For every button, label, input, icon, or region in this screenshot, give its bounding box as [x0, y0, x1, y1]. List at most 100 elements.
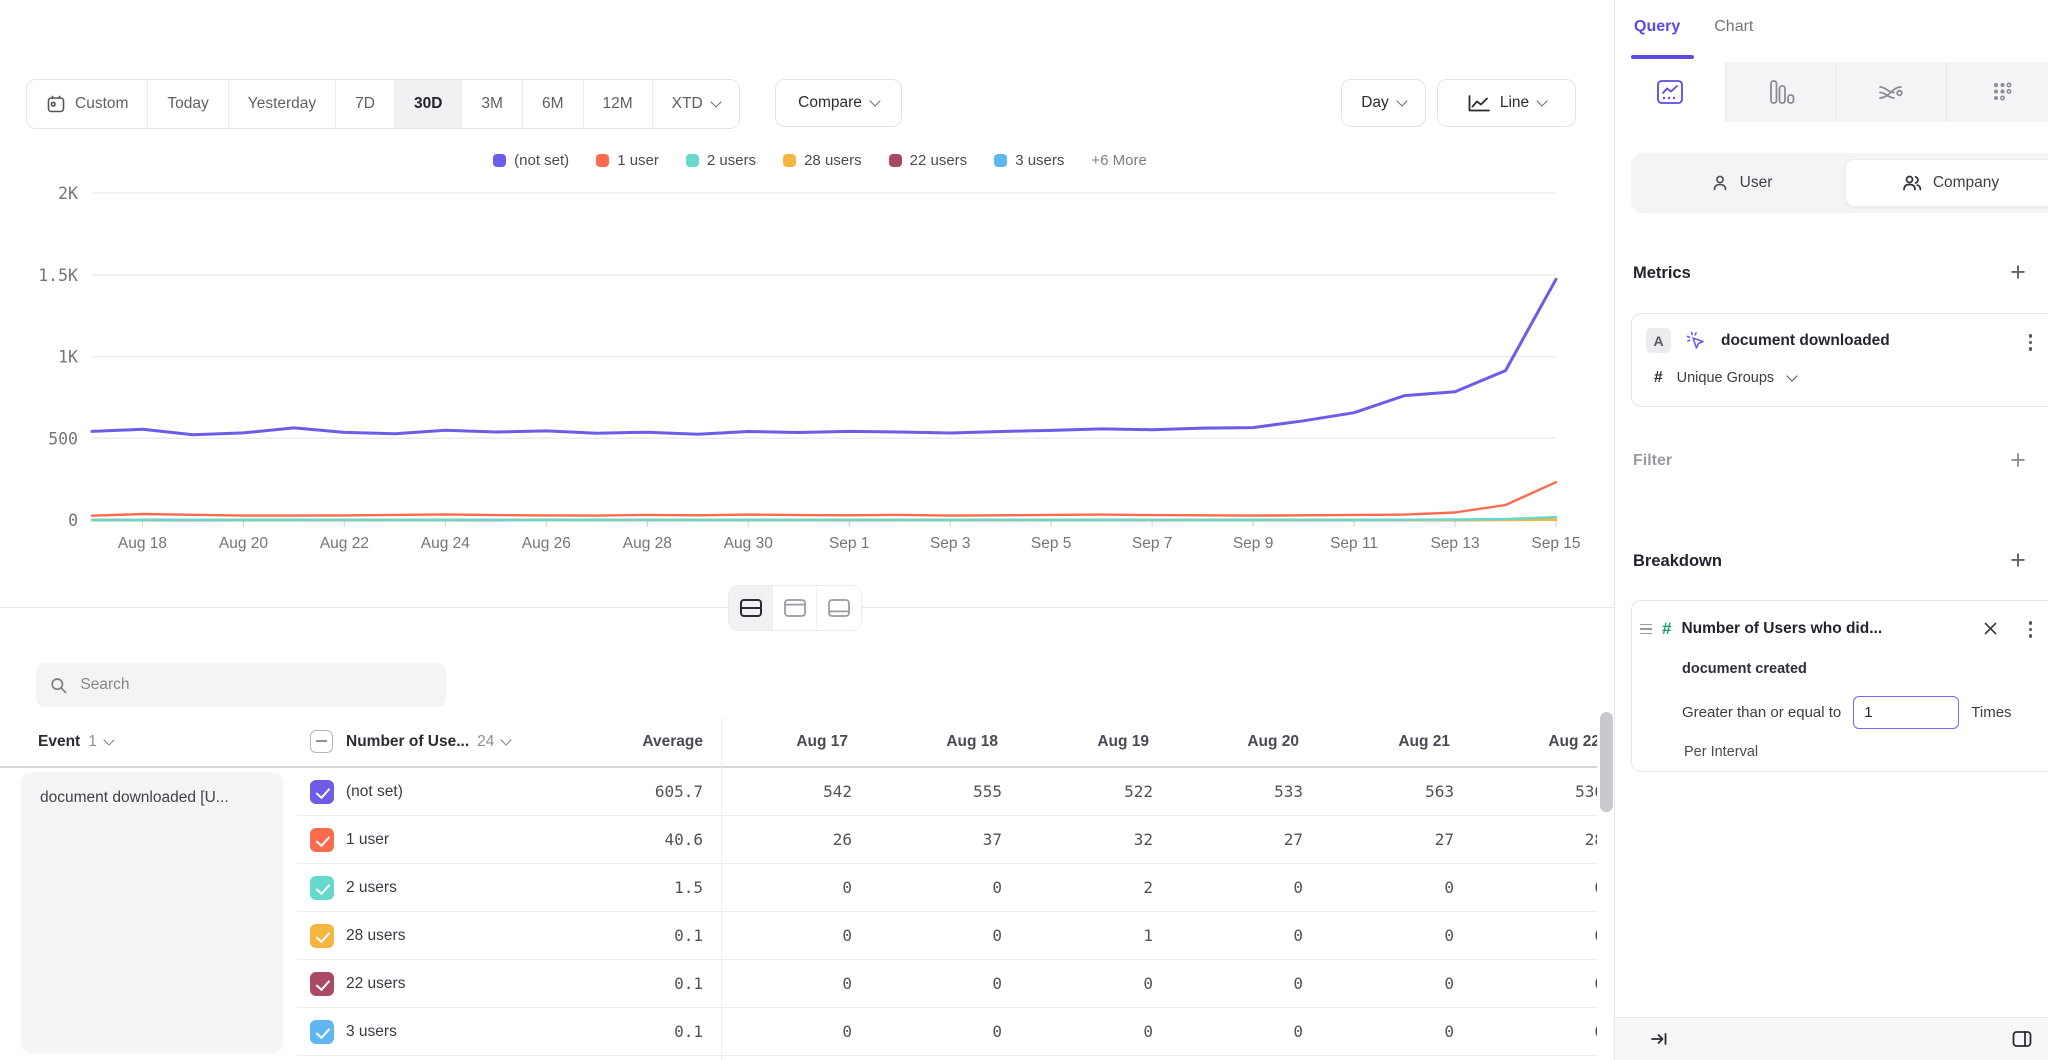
collapse-panel-icon[interactable] — [1649, 1030, 1669, 1048]
svg-text:Sep 7: Sep 7 — [1132, 535, 1173, 552]
tab-query[interactable]: Query — [1634, 18, 1680, 36]
line-chart: 05001K1.5K2KAug 18Aug 20Aug 22Aug 24Aug … — [0, 140, 1614, 570]
date-range-yesterday-button[interactable]: Yesterday — [229, 80, 336, 128]
date-range-xtd-button[interactable]: XTD — [653, 80, 739, 128]
metric-aggregation-dropdown[interactable]: Unique Groups — [1677, 370, 1775, 386]
bar-chart-icon — [1766, 78, 1796, 106]
breakdown-title: Number of Users who did... — [1681, 620, 1882, 638]
chevron-down-icon — [501, 734, 512, 745]
close-icon[interactable] — [1983, 621, 1998, 636]
breakdown-card[interactable]: # Number of Users who did... document cr… — [1631, 600, 2048, 772]
date-range-3m-button[interactable]: 3M — [462, 80, 523, 128]
date-range-30d-button[interactable]: 30D — [395, 80, 462, 128]
series-checkbox[interactable] — [310, 828, 334, 852]
svg-text:Aug 26: Aug 26 — [522, 535, 571, 552]
metric-event-name[interactable]: document downloaded — [1721, 332, 1890, 350]
svg-text:Aug 18: Aug 18 — [118, 535, 167, 552]
date-column-header[interactable]: Aug 19 — [1008, 718, 1149, 766]
event-column-header[interactable]: Event 1 — [38, 718, 113, 766]
cell-value: 0 — [857, 1008, 1002, 1056]
top-strip-icon — [783, 598, 807, 618]
metric-card[interactable]: A document downloaded # Unique Groups — [1631, 313, 2048, 407]
series-label: 2 users — [346, 864, 397, 912]
layout-toggle — [728, 585, 862, 631]
compare-button[interactable]: Compare — [775, 79, 902, 127]
layout-chart-bottom-button[interactable] — [817, 586, 861, 630]
date-range-today-button[interactable]: Today — [148, 80, 228, 128]
chevron-down-icon — [1536, 95, 1547, 106]
breakdown-kebab-menu-icon[interactable] — [2027, 619, 2035, 640]
chart-type-strip — [1615, 62, 2048, 122]
panel-tabs: Query Chart — [1634, 18, 1753, 36]
date-column-header[interactable]: Aug 20 — [1158, 718, 1299, 766]
series-checkbox[interactable] — [310, 780, 334, 804]
cell-value: 0 — [857, 960, 1002, 1008]
add-metric-button[interactable]: + — [2006, 261, 2030, 283]
average-column-header[interactable]: Average — [553, 718, 703, 766]
times-input[interactable] — [1853, 696, 1959, 729]
cell-value: 37 — [857, 816, 1002, 864]
series-checkbox[interactable] — [310, 1020, 334, 1044]
split-rows-icon — [739, 598, 763, 618]
line-chart-icon — [1655, 78, 1685, 106]
date-column-header[interactable]: Aug 22 — [1459, 718, 1597, 766]
table-row: 22 users 0.1 0 0 0 0 0 0 — [0, 960, 1597, 1008]
add-filter-button[interactable]: + — [2006, 449, 2030, 471]
cell-value: 0 — [1459, 1008, 1597, 1056]
table-row: (not set) 605.7 542 555 522 533 563 536 — [0, 768, 1597, 816]
series-checkbox[interactable] — [310, 972, 334, 996]
series-checkbox[interactable] — [310, 924, 334, 948]
svg-text:2K: 2K — [58, 184, 78, 203]
date-column-header[interactable]: Aug 17 — [707, 718, 848, 766]
breakdown-interval-dropdown[interactable]: Per Interval — [1684, 744, 1758, 760]
event-cursor-icon — [1685, 330, 1707, 352]
series-column-header[interactable]: Number of Use... 24 — [346, 718, 510, 766]
table-row: 28 users 0.1 0 0 1 0 0 0 — [0, 912, 1597, 960]
date-range-custom-button[interactable]: Custom — [27, 80, 148, 128]
cell-value: 0 — [857, 864, 1002, 912]
series-checkbox[interactable] — [310, 876, 334, 900]
layout-chart-top-button[interactable] — [773, 586, 817, 630]
chevron-down-icon — [710, 96, 721, 107]
chart-type-bar-button[interactable] — [1726, 62, 1837, 122]
company-icon — [1901, 173, 1923, 193]
cell-value: 0 — [1008, 960, 1153, 1008]
check-icon — [315, 784, 329, 799]
svg-text:Sep 9: Sep 9 — [1233, 535, 1274, 552]
date-column-header[interactable]: Aug 18 — [857, 718, 998, 766]
date-column-header[interactable]: Aug 21 — [1309, 718, 1450, 766]
metric-kebab-menu-icon[interactable] — [2027, 332, 2035, 353]
chart-type-dropdown[interactable]: Line — [1437, 79, 1576, 127]
svg-text:0: 0 — [68, 511, 78, 530]
cell-value: 0 — [1309, 960, 1454, 1008]
add-breakdown-button[interactable]: + — [2006, 549, 2030, 571]
date-range-7d-button[interactable]: 7D — [336, 80, 395, 128]
chart-type-line-button[interactable] — [1615, 62, 1726, 122]
table-row: 1 user 40.6 26 37 32 27 27 28 — [0, 816, 1597, 864]
chevron-down-icon — [869, 95, 880, 106]
scope-company-button[interactable]: Company — [1845, 159, 2048, 207]
row-divider — [297, 1055, 1597, 1056]
cell-value: 28 — [1459, 816, 1597, 864]
table-scrollbar[interactable] — [1600, 712, 1613, 812]
scope-user-button[interactable]: User — [1637, 159, 1845, 207]
chart-type-flow-button[interactable] — [1837, 62, 1948, 122]
toggle-sidebar-icon[interactable] — [2011, 1029, 2033, 1049]
search-input[interactable] — [78, 675, 432, 695]
date-range-12m-button[interactable]: 12M — [584, 80, 653, 128]
drag-handle-icon[interactable] — [1640, 624, 1652, 635]
svg-text:Aug 30: Aug 30 — [724, 535, 774, 552]
cell-value: 0 — [1459, 912, 1597, 960]
calendar-icon — [46, 94, 66, 114]
select-all-checkbox[interactable] — [310, 730, 333, 753]
cell-value: 1 — [1008, 912, 1153, 960]
layout-split-button[interactable] — [729, 586, 773, 630]
tab-chart[interactable]: Chart — [1714, 18, 1753, 36]
breakdown-event-name[interactable]: document created — [1682, 661, 1807, 677]
breakdown-condition-label[interactable]: Greater than or equal to — [1682, 704, 1841, 721]
chart-type-scatter-button[interactable] — [1947, 62, 2048, 122]
user-icon — [1710, 173, 1730, 193]
interval-dropdown[interactable]: Day — [1341, 79, 1426, 127]
cell-value: 0 — [1309, 912, 1454, 960]
date-range-6m-button[interactable]: 6M — [523, 80, 584, 128]
